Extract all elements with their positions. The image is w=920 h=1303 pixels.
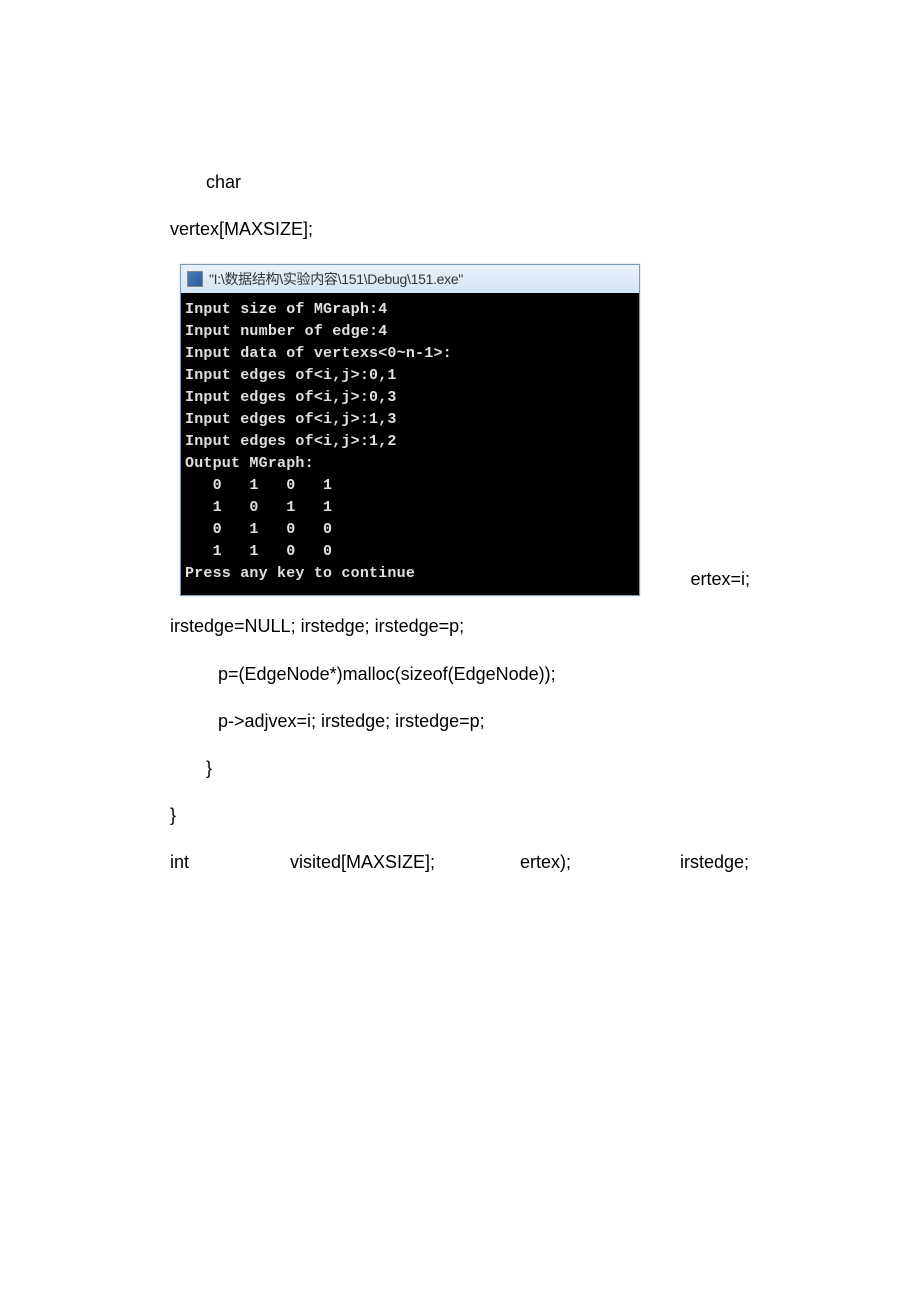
console-title: "I:\数据结构\实验内容\151\Debug\151.exe" (209, 269, 463, 289)
console-line: 0 1 0 1 (185, 475, 635, 497)
console-line: 1 1 0 0 (185, 541, 635, 563)
console-titlebar: "I:\数据结构\实验内容\151\Debug\151.exe" (181, 265, 639, 293)
console-line: 0 1 0 0 (185, 519, 635, 541)
code-text: ertex); (520, 850, 680, 875)
code-text: int (170, 850, 290, 875)
console-line: Input number of edge:4 (185, 321, 635, 343)
code-text: visited[MAXSIZE]; (290, 850, 520, 875)
console-line: Input size of MGraph:4 (185, 299, 635, 321)
code-text: vertex[MAXSIZE]; (170, 217, 750, 242)
document-page: char vertex[MAXSIZE]; "I:\数据结构\实验内容\151\… (0, 0, 920, 876)
console-row: "I:\数据结构\实验内容\151\Debug\151.exe" Input s… (170, 264, 750, 596)
console-window: "I:\数据结构\实验内容\151\Debug\151.exe" Input s… (180, 264, 640, 596)
app-icon (187, 271, 203, 287)
code-text: p->adjvex=i; irstedge; irstedge=p; (170, 709, 750, 734)
code-text: irstedge; (680, 850, 749, 875)
console-line: Input edges of<i,j>:0,3 (185, 387, 635, 409)
console-line: Press any key to continue (185, 563, 635, 585)
code-text: char (170, 170, 750, 195)
console-line: 1 0 1 1 (185, 497, 635, 519)
console-line: Output MGraph: (185, 453, 635, 475)
console-line: Input edges of<i,j>:1,2 (185, 431, 635, 453)
console-body: Input size of MGraph:4 Input number of e… (181, 293, 639, 595)
code-text: ertex=i; (640, 569, 750, 596)
code-text: } (170, 756, 750, 781)
console-line: Input data of vertexs<0~n-1>: (185, 343, 635, 365)
code-text: irstedge=NULL; irstedge; irstedge=p; (170, 614, 750, 639)
code-row: int visited[MAXSIZE]; ertex); irstedge; (170, 850, 750, 875)
console-line: Input edges of<i,j>:0,1 (185, 365, 635, 387)
console-line: Input edges of<i,j>:1,3 (185, 409, 635, 431)
code-text: p=(EdgeNode*)malloc(sizeof(EdgeNode)); (170, 662, 750, 687)
code-text: } (170, 803, 750, 828)
